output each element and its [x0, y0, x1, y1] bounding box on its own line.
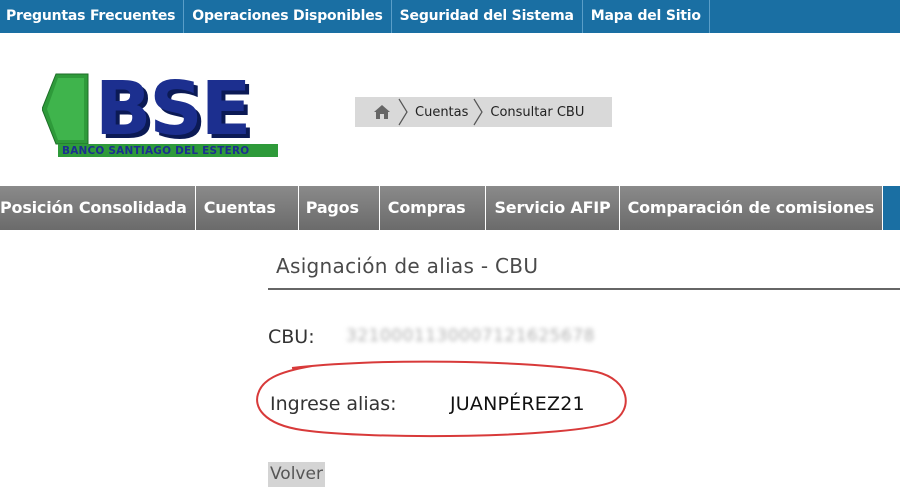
title-divider — [268, 288, 900, 290]
nav-item-consolidated-position[interactable]: Posición Consolidada — [0, 186, 196, 230]
cbu-label: CBU: — [268, 326, 315, 348]
nav-filler — [883, 186, 900, 230]
alias-input[interactable]: JUANPÉREZ21 — [450, 393, 585, 415]
logo-title: BSE — [95, 68, 249, 152]
nav-item-afip-service[interactable]: Servicio AFIP — [486, 186, 620, 230]
top-link-operations[interactable]: Operaciones Disponibles — [184, 0, 392, 33]
back-button[interactable]: Volver — [268, 462, 325, 487]
home-icon[interactable] — [367, 97, 397, 127]
breadcrumb-separator-icon — [473, 98, 484, 126]
breadcrumb-item-accounts[interactable]: Cuentas — [409, 105, 472, 120]
breadcrumb-item-consult-cbu: Consultar CBU — [490, 104, 585, 120]
cbu-value: 3210001130007121625678 — [346, 326, 595, 346]
main-nav: Posición Consolidada Cuentas Pagos Compr… — [0, 186, 900, 230]
breadcrumb: Cuentas Consultar CBU — [355, 97, 613, 127]
bank-logo[interactable]: BSE BSE BANCO SANTIAGO DEL ESTERO — [41, 66, 282, 160]
nav-item-fee-comparison[interactable]: Comparación de comisiones — [619, 186, 884, 230]
top-link-faq[interactable]: Preguntas Frecuentes — [0, 0, 185, 33]
top-link-security[interactable]: Seguridad del Sistema — [392, 0, 583, 33]
page-title: Asignación de alias - CBU — [276, 254, 539, 278]
nav-item-purchases[interactable]: Compras — [379, 186, 487, 230]
nav-item-payments[interactable]: Pagos — [298, 186, 380, 230]
bse-logo-icon: BSE BSE BANCO SANTIAGO DEL ESTERO — [41, 66, 278, 157]
top-links-bar: Preguntas Frecuentes Operaciones Disponi… — [0, 0, 900, 33]
top-link-sitemap[interactable]: Mapa del Sitio — [583, 0, 710, 33]
breadcrumb-separator-icon — [398, 98, 408, 126]
nav-item-accounts[interactable]: Cuentas — [195, 186, 299, 230]
logo-subtitle: BANCO SANTIAGO DEL ESTERO — [62, 145, 249, 157]
alias-label: Ingrese alias: — [270, 393, 397, 415]
